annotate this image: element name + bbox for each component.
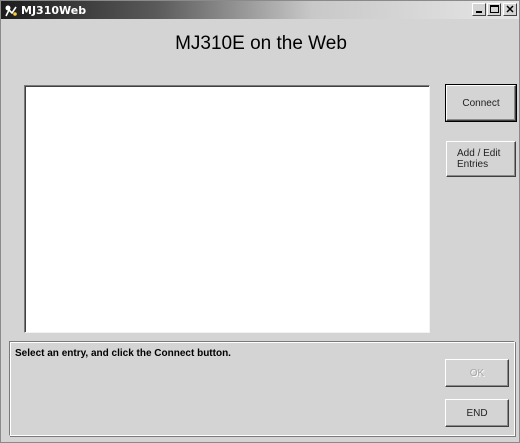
add-edit-label-line2: Entries — [457, 159, 489, 170]
add-edit-label-line1: Add / Edit — [457, 148, 501, 159]
window-title: MJ310Web — [21, 3, 87, 17]
entries-list[interactable] — [24, 85, 430, 333]
end-button[interactable]: END — [445, 399, 509, 427]
app-logo-icon[interactable] — [3, 3, 19, 17]
status-message: Select an entry, and click the Connect b… — [15, 348, 231, 359]
end-button-label: END — [466, 407, 488, 419]
app-window: MJ310Web MJ310E on the Web Connect Add /… — [0, 0, 520, 443]
connect-button[interactable]: Connect — [445, 84, 517, 122]
window-controls — [471, 3, 517, 16]
minimize-button[interactable] — [472, 3, 486, 16]
status-panel: Select an entry, and click the Connect b… — [9, 341, 515, 436]
ok-button[interactable]: OK — [445, 359, 509, 387]
add-edit-entries-button[interactable]: Add / Edit Entries — [446, 141, 516, 177]
ok-button-label: OK — [469, 367, 485, 379]
page-title: MJ310E on the Web — [175, 33, 347, 54]
maximize-button[interactable] — [487, 3, 501, 16]
title-bar[interactable]: MJ310Web — [1, 1, 519, 19]
close-button[interactable] — [503, 3, 517, 16]
connect-button-label: Connect — [462, 97, 500, 109]
